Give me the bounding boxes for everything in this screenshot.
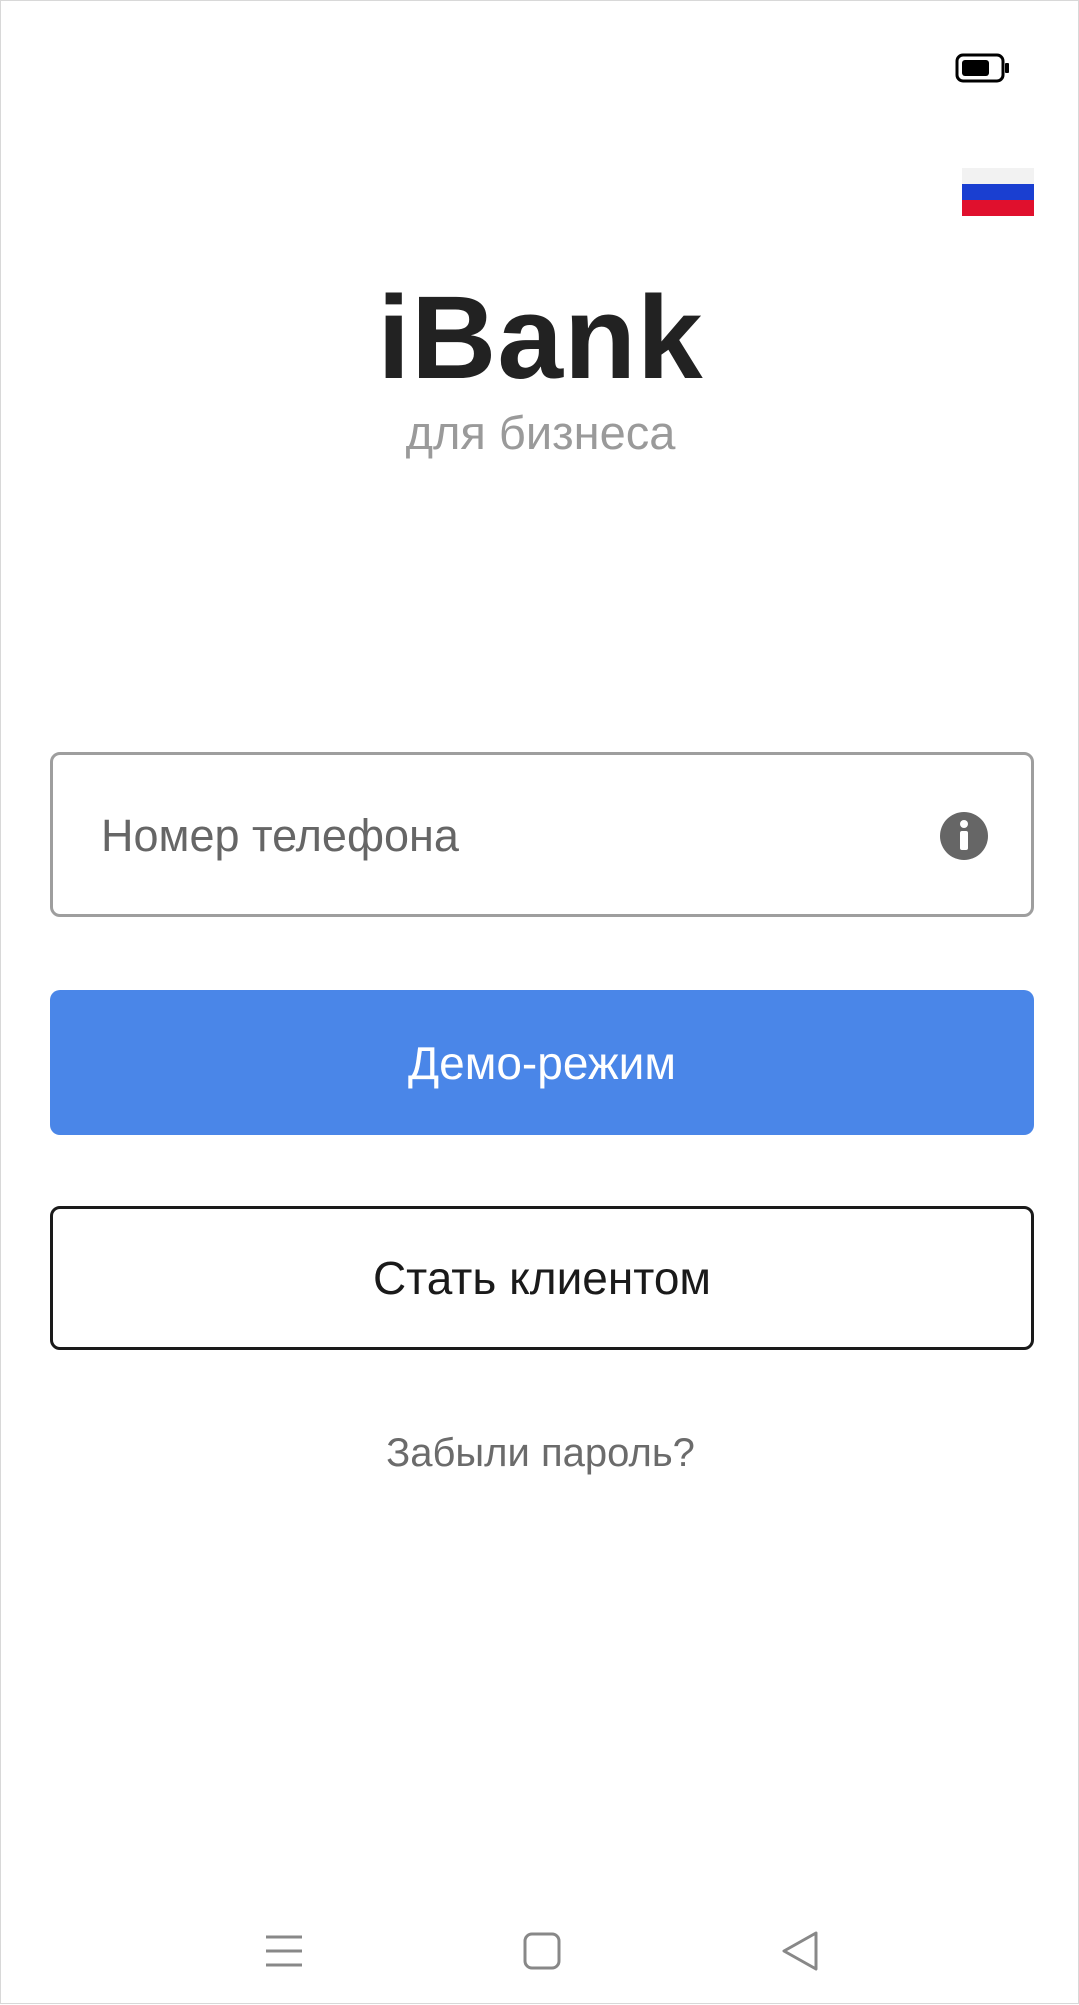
demo-mode-button[interactable]: Демо-режим — [50, 990, 1034, 1135]
status-bar — [1, 1, 1078, 131]
phone-input[interactable] — [99, 755, 923, 916]
language-selector[interactable] — [962, 168, 1034, 216]
menu-icon[interactable] — [254, 1921, 314, 1981]
phone-field[interactable] — [50, 752, 1034, 917]
forgot-password-link[interactable]: Забыли пароль? — [1, 1431, 1079, 1476]
demo-mode-label: Демо-режим — [407, 1036, 676, 1089]
become-client-button[interactable]: Стать клиентом — [50, 1206, 1034, 1350]
russian-flag-icon — [962, 168, 1034, 184]
info-icon[interactable] — [939, 811, 989, 861]
become-client-label: Стать клиентом — [372, 1252, 712, 1304]
battery-icon — [955, 53, 1009, 83]
app-logo-title: iBank — [377, 272, 704, 404]
home-icon[interactable] — [512, 1921, 572, 1981]
app-logo-subtitle: для бизнеса — [405, 406, 676, 459]
system-nav-bar — [1, 1901, 1078, 2005]
back-icon[interactable] — [770, 1921, 830, 1981]
app-screen: iBank для бизнеса Демо-режим Стать клиен… — [0, 0, 1079, 2004]
